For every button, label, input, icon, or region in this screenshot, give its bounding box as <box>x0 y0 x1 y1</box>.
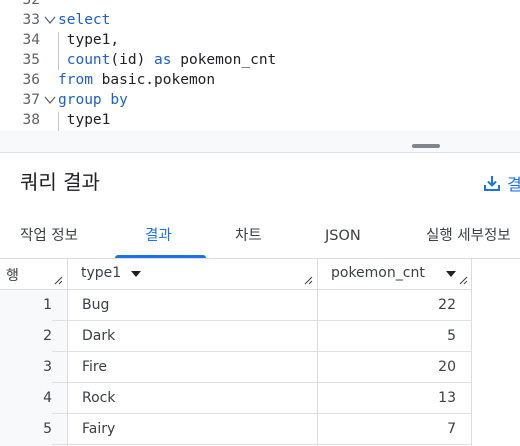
tab-json[interactable]: JSON <box>325 213 361 259</box>
header-label: pokemon_cnt <box>331 265 425 281</box>
table-row[interactable]: 3 Fire 20 <box>0 352 472 383</box>
code-line: 35 count(id) as pokemon_cnt <box>0 50 520 70</box>
row-number: 1 <box>0 290 52 321</box>
active-tab-indicator <box>115 255 206 258</box>
code-line: 33 select <box>0 10 520 30</box>
row-number: 5 <box>0 414 52 445</box>
code-text: group by <box>58 92 128 108</box>
drag-handle[interactable] <box>412 144 440 148</box>
save-results-label: 결 <box>507 175 520 194</box>
tab-results[interactable]: 결과 <box>145 213 172 259</box>
tab-job-info[interactable]: 작업 정보 <box>20 213 78 259</box>
fold-chevron-icon[interactable] <box>44 15 56 25</box>
code-text: type1, <box>58 32 120 48</box>
code-line: 36 from basic.pokemon <box>0 70 520 90</box>
column-resize-icon[interactable] <box>304 276 313 285</box>
save-results-button[interactable]: 결 <box>483 171 520 195</box>
sort-dropdown-icon[interactable] <box>446 271 456 277</box>
line-number: 37 <box>22 92 40 108</box>
line-number: 38 <box>22 112 40 128</box>
results-tabs: 작업 정보 결과 차트 JSON 실행 세부정보 <box>0 213 520 259</box>
pane-splitter[interactable] <box>0 131 520 153</box>
row-number: 2 <box>0 321 52 352</box>
header-label: type1 <box>81 265 122 281</box>
cell-type1[interactable]: Bug <box>82 290 109 321</box>
tab-chart[interactable]: 차트 <box>235 213 262 259</box>
header-pokemon-cnt[interactable]: pokemon_cnt <box>317 259 472 290</box>
code-text: select <box>58 12 111 28</box>
column-resize-icon[interactable] <box>54 276 63 285</box>
column-resize-icon[interactable] <box>459 276 468 285</box>
row-number: 3 <box>0 352 52 383</box>
line-number: 35 <box>22 52 40 68</box>
cell-pokemon-cnt[interactable]: 5 <box>318 321 456 352</box>
code-line: 38 type1 <box>0 110 520 130</box>
sort-dropdown-icon[interactable] <box>131 271 141 277</box>
header-type1[interactable]: type1 <box>67 259 317 290</box>
line-number: 34 <box>22 32 40 48</box>
row-number: 4 <box>0 383 52 414</box>
code-text: count(id) as pokemon_cnt <box>66 52 277 68</box>
code-line: 37 group by <box>0 90 520 110</box>
code-text: type1 <box>58 112 111 128</box>
indent-guide <box>58 32 59 70</box>
header-label: 행 <box>6 268 19 284</box>
table-row[interactable]: 5 Fairy 7 <box>0 414 472 445</box>
header-row-number: 행 <box>0 259 67 290</box>
column-divider <box>67 259 68 446</box>
table-row[interactable]: 2 Dark 5 <box>0 321 472 352</box>
code-line: 32 <box>0 0 520 10</box>
cell-pokemon-cnt[interactable]: 7 <box>318 414 456 445</box>
code-line: 34 type1, <box>0 30 520 50</box>
line-number: 33 <box>22 12 40 28</box>
code-text: from basic.pokemon <box>58 72 216 88</box>
column-divider <box>317 259 318 446</box>
results-title: 쿼리 결과 <box>20 170 100 194</box>
line-number: 32 <box>22 0 40 8</box>
sql-editor[interactable]: 32 33 select 34 type1, 35 count(id) as p… <box>0 0 520 131</box>
fold-chevron-icon[interactable] <box>44 95 56 105</box>
cell-pokemon-cnt[interactable]: 20 <box>318 352 456 383</box>
cell-type1[interactable]: Fairy <box>82 414 115 445</box>
column-divider <box>471 259 472 446</box>
indent-guide <box>58 112 59 131</box>
table-row[interactable]: 1 Bug 22 <box>0 290 472 321</box>
line-number: 36 <box>22 72 40 88</box>
results-table: 행 type1 pokemon_cnt 1 Bug 22 2 Dark 5 3 … <box>0 259 520 446</box>
tab-execution-details[interactable]: 실행 세부정보 <box>426 213 511 259</box>
cell-pokemon-cnt[interactable]: 22 <box>318 290 456 321</box>
cell-pokemon-cnt[interactable]: 13 <box>318 383 456 414</box>
table-row[interactable]: 4 Rock 13 <box>0 383 472 414</box>
cell-type1[interactable]: Fire <box>82 352 107 383</box>
download-icon <box>484 176 500 191</box>
cell-type1[interactable]: Dark <box>82 321 115 352</box>
cell-type1[interactable]: Rock <box>82 383 115 414</box>
